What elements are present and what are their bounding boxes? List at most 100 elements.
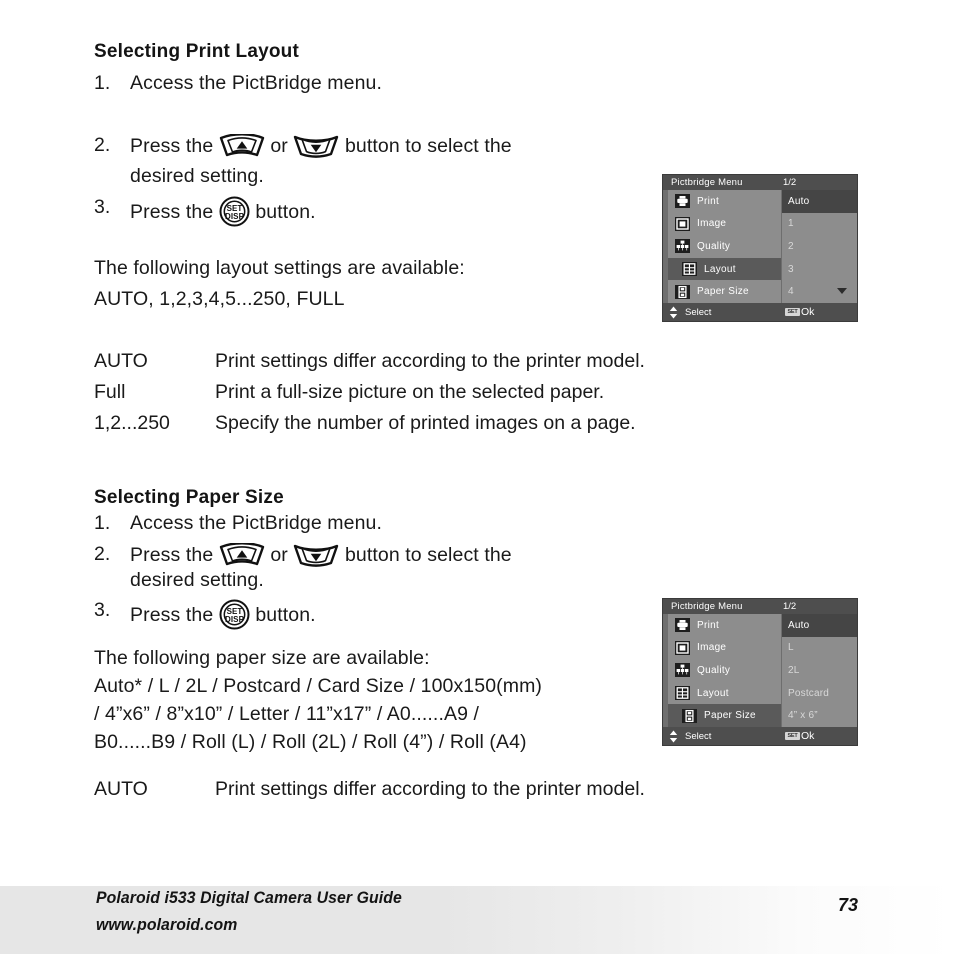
scroll-down-arrow-icon[interactable] — [837, 288, 847, 295]
lcd-select-label: Select — [685, 306, 712, 318]
lcd-menu-item-quality[interactable]: Quality — [668, 659, 781, 682]
definition-term-auto: AUTO — [94, 350, 148, 372]
set-badge-icon: SET — [785, 308, 800, 316]
lcd-menu-item-layout[interactable]: Layout — [668, 682, 781, 705]
step-text-press-set: Press the SET DISP button. — [130, 196, 316, 227]
paper-size-intro: The following paper size are available: — [94, 647, 430, 669]
step-text-or: or — [270, 544, 288, 566]
lcd-header-bar: Pictbridge Menu 1/2 — [663, 599, 857, 614]
step-text-button-select: button to select the — [344, 135, 512, 157]
lcd-value-row[interactable]: 1 — [788, 213, 857, 236]
lcd-value-label: 2L — [788, 664, 800, 676]
lcd-page-indicator: 1/2 — [783, 177, 797, 188]
step-text-press: Press the — [130, 604, 214, 626]
definition-term-numbers: 1,2...250 — [94, 412, 170, 434]
layout-icon — [682, 262, 697, 277]
lcd-value-row[interactable]: L — [788, 637, 857, 660]
definition-text-auto: Print settings differ according to the p… — [215, 778, 645, 800]
lcd-value-row[interactable]: 3 — [788, 258, 857, 281]
step-text-access-menu: Access the PictBridge menu. — [130, 72, 382, 94]
lcd-menu-item-list: Print Image Quality Layout Paper Size — [663, 614, 781, 727]
lcd-menu-item-list: Print Image Quality Layout Paper Size — [663, 190, 781, 303]
lcd-value-row[interactable]: 4” x 6” — [788, 704, 857, 727]
lcd-value-label: 1 — [788, 218, 794, 230]
step-text-button: button. — [255, 604, 316, 626]
definition-text-auto: Print settings differ according to the p… — [215, 350, 645, 372]
section-title-print-layout: Selecting Print Layout — [94, 41, 299, 62]
footer-guide-title: Polaroid i533 Digital Camera User Guide — [96, 888, 402, 907]
lcd-value-row[interactable]: Auto — [782, 190, 857, 213]
lcd-menu-title: Pictbridge Menu — [671, 601, 743, 612]
step-text-desired-setting: desired setting. — [130, 165, 264, 187]
paper-size-icon — [675, 284, 690, 299]
lcd-value-label: 2 — [788, 240, 794, 252]
step-text-desired-setting: desired setting. — [130, 569, 264, 591]
lcd-value-row[interactable]: Auto — [782, 614, 857, 637]
step-text-button: button. — [255, 201, 316, 223]
lcd-menu-item-quality[interactable]: Quality — [668, 235, 781, 258]
lcd-value-list: Auto L 2L Postcard 4” x 6” — [781, 614, 857, 727]
lcd-menu-item-print[interactable]: Print — [668, 190, 781, 213]
lcd-select-label: Select — [685, 730, 712, 742]
step-number: 3. — [94, 599, 111, 621]
lcd-menu-item-label: Layout — [704, 263, 736, 275]
lcd-menu-item-label: Image — [697, 218, 727, 230]
lcd-ok-group: SET Ok — [785, 730, 814, 742]
step-number: 2. — [94, 543, 111, 565]
section-title-paper-size: Selecting Paper Size — [94, 487, 284, 508]
lcd-value-row[interactable]: Postcard — [788, 682, 857, 705]
rocker-down-button-icon — [293, 543, 339, 567]
svg-text:DISP: DISP — [225, 212, 245, 221]
lcd-menu-item-label: Paper Size — [704, 710, 756, 722]
layout-settings-intro: The following layout settings are availa… — [94, 257, 465, 279]
lcd-menu-item-label: Print — [697, 195, 720, 207]
lcd-value-row[interactable]: 2L — [788, 659, 857, 682]
lcd-menu-item-paper-size[interactable]: Paper Size — [668, 704, 781, 727]
lcd-ok-label: Ok — [801, 730, 815, 742]
step-text-press-rocker: Press the or button to select the — [130, 134, 512, 158]
step-text-press: Press the — [130, 201, 214, 223]
paper-size-options-line-2: / 4”x6” / 8”x10” / Letter / 11”x17” / A0… — [94, 703, 480, 725]
lcd-value-label: Postcard — [788, 687, 830, 699]
step-number: 1. — [94, 512, 111, 534]
printer-icon — [675, 618, 690, 633]
lcd-menu-item-paper-size[interactable]: Paper Size — [668, 280, 781, 303]
up-down-arrows-icon — [669, 730, 678, 743]
step-text-press-rocker: Press the or button to select the — [130, 543, 512, 567]
lcd-menu-item-label: Layout — [697, 687, 729, 699]
layout-settings-options: AUTO, 1,2,3,4,5...250, FULL — [94, 288, 345, 310]
paper-size-icon — [682, 708, 697, 723]
lcd-value-label: 4 — [788, 286, 794, 298]
lcd-value-row[interactable]: 2 — [788, 235, 857, 258]
lcd-menu-item-image[interactable]: Image — [668, 213, 781, 236]
step-text-button-select: button to select the — [344, 544, 512, 566]
definition-term-full: Full — [94, 381, 126, 403]
lcd-header-bar: Pictbridge Menu 1/2 — [663, 175, 857, 190]
definition-text-full: Print a full-size picture on the selecte… — [215, 381, 605, 403]
lcd-menu-item-print[interactable]: Print — [668, 614, 781, 637]
document-page: Selecting Print Layout 1. Access the Pic… — [0, 0, 954, 954]
lcd-menu-item-layout[interactable]: Layout — [668, 257, 781, 281]
lcd-ok-group: SET Ok — [785, 306, 814, 318]
lcd-body: Print Image Quality Layout Paper Size Au… — [663, 190, 857, 303]
lcd-value-label: Auto — [788, 195, 810, 207]
step-number: 2. — [94, 134, 111, 156]
step-text-press-set: Press the SET DISP button. — [130, 599, 316, 630]
rocker-up-button-icon — [219, 134, 265, 158]
lcd-menu-item-image[interactable]: Image — [668, 637, 781, 660]
rocker-up-button-icon — [219, 543, 265, 567]
set-disp-button-icon: SET DISP — [219, 599, 250, 630]
paper-size-options-line-1: Auto* / L / 2L / Postcard / Card Size / … — [94, 675, 543, 697]
page-number: 73 — [838, 895, 859, 915]
lcd-footer-bar: Select SET Ok — [663, 727, 857, 745]
step-number: 3. — [94, 196, 111, 218]
lcd-menu-item-label: Quality — [697, 664, 731, 676]
svg-text:DISP: DISP — [225, 615, 245, 624]
lcd-value-label: L — [788, 642, 794, 654]
lcd-menu-item-label: Paper Size — [697, 286, 749, 298]
set-disp-button-icon: SET DISP — [219, 196, 250, 227]
lcd-value-label: 3 — [788, 263, 794, 275]
layout-icon — [675, 686, 690, 701]
lcd-menu-item-label: Quality — [697, 240, 731, 252]
image-icon — [675, 640, 690, 655]
